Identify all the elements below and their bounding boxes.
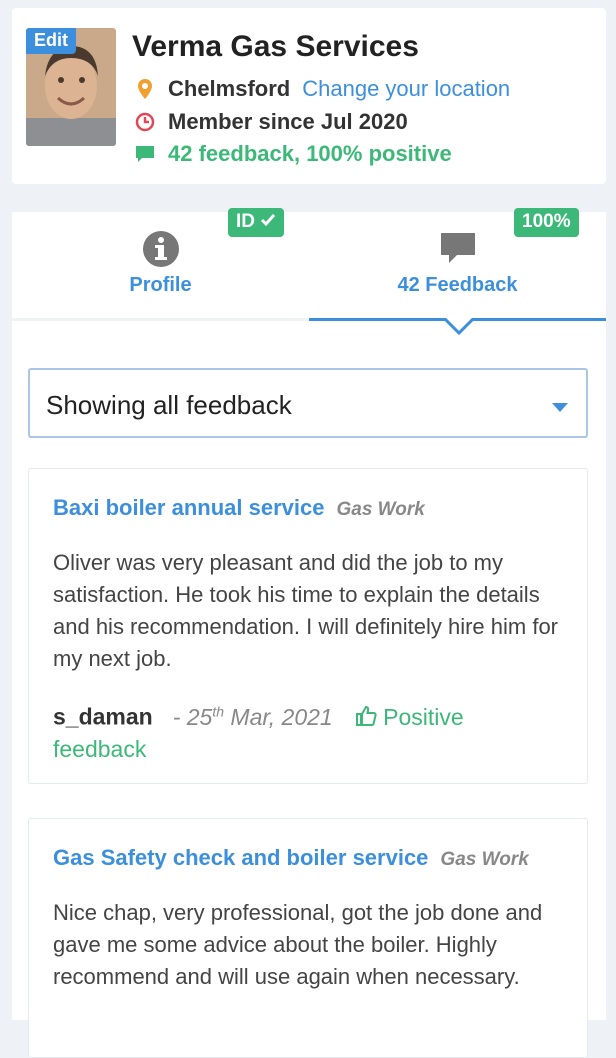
filter-selected-value: Showing all feedback (46, 390, 292, 420)
feedback-summary-row: 42 feedback, 100% positive (132, 141, 452, 167)
thumbs-up-icon (355, 704, 377, 730)
feedback-date: - 25th Mar, 2021 (172, 703, 333, 730)
tab-profile-label: Profile (129, 274, 192, 296)
feedback-title-text: Gas Safety check and boiler service (53, 845, 429, 870)
member-since-text: Member since Jul 2020 (168, 109, 408, 134)
tab-profile[interactable]: Profile ID (12, 208, 309, 320)
feedback-item: Baxi boiler annual service Gas Work Olive… (28, 468, 588, 784)
edit-avatar-button[interactable]: Edit (26, 28, 76, 54)
feedback-summary-text: 42 feedback, 100% positive (168, 141, 452, 166)
positive-rating: Positive (355, 704, 464, 730)
id-badge-label: ID (236, 211, 255, 232)
clock-icon (132, 112, 158, 132)
check-icon (260, 211, 276, 232)
business-name: Verma Gas Services (132, 30, 419, 63)
feedback-title-text: Baxi boiler annual service (53, 495, 325, 520)
comment-icon (439, 230, 477, 271)
member-since-row: Member since Jul 2020 (132, 109, 408, 135)
positive-percentage-badge: 100% (514, 208, 579, 237)
active-tab-caret-icon (442, 316, 476, 341)
tab-feedback[interactable]: 42 Feedback 100% (309, 208, 606, 320)
info-icon (142, 230, 180, 273)
tab-feedback-label: 42 Feedback (397, 274, 518, 296)
feedback-text: Oliver was very pleasant and did the job… (53, 550, 559, 671)
feedback-item: Gas Safety check and boiler service Gas W… (28, 818, 588, 1058)
location-row: Chelmsford Change your location (132, 76, 510, 102)
feedback-title[interactable]: Baxi boiler annual service Gas Work (53, 495, 425, 521)
feedback-text: Nice chap, very professional, got the jo… (53, 900, 543, 989)
feedback-meta: s_daman - 25th Mar, 2021 Positive feedback (53, 695, 553, 765)
change-location-link[interactable]: Change your location (302, 76, 510, 102)
avatar[interactable]: Edit (26, 28, 116, 146)
feedback-category: Gas Work (336, 499, 425, 520)
feedback-author[interactable]: s_daman (53, 704, 153, 730)
tabs-panel: Profile ID 42 Feedback 100% Showing all … (12, 208, 606, 1058)
feedback-category: Gas Work (440, 849, 529, 870)
profile-header-card: Edit Verma Gas Services Chelmsford Chang… (12, 8, 606, 184)
feedback-filter-select[interactable]: Showing all feedback (28, 368, 588, 438)
positive-rating-suffix: feedback (53, 735, 147, 762)
dropdown-caret-icon (552, 400, 568, 418)
feedback-title[interactable]: Gas Safety check and boiler service Gas W… (53, 845, 529, 871)
location-name: Chelmsford (168, 76, 291, 101)
location-pin-icon (132, 79, 158, 99)
speech-bubble-icon (132, 145, 158, 163)
id-verified-badge: ID (228, 208, 285, 237)
